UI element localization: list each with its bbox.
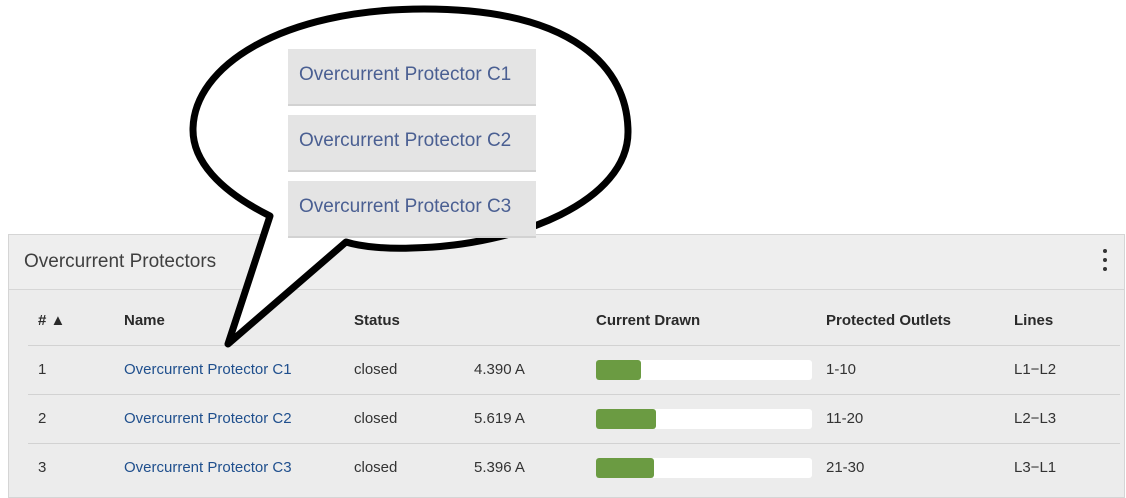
callout-bubble (189, 5, 632, 348)
callout-item-c3[interactable]: Overcurrent Protector C3 (288, 181, 536, 238)
callout-menu: Overcurrent Protector C1 Overcurrent Pro… (288, 49, 536, 238)
callout-item-c1[interactable]: Overcurrent Protector C1 (288, 49, 536, 106)
callout-item-c2[interactable]: Overcurrent Protector C2 (288, 115, 536, 172)
